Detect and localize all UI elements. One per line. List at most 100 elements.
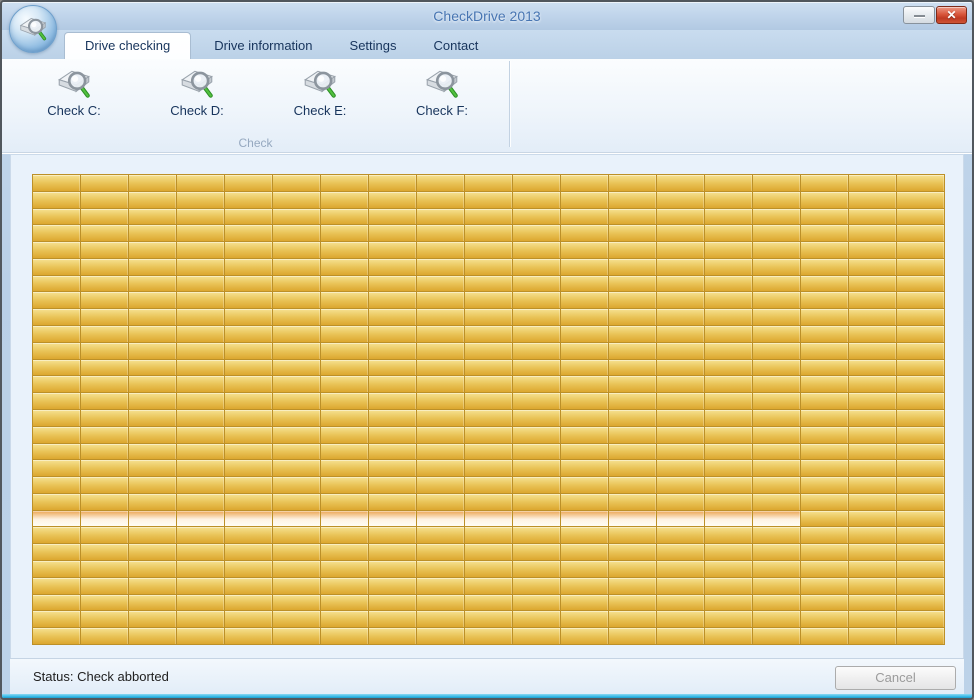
- block-cell: [321, 242, 368, 258]
- block-cell: [177, 343, 224, 359]
- block-cell: [465, 376, 512, 392]
- block-cell: [609, 309, 656, 325]
- close-icon: ✕: [946, 8, 956, 22]
- block-cell: [369, 460, 416, 476]
- block-cell: [513, 175, 560, 191]
- block-cell: [273, 477, 320, 493]
- block-cell: [801, 444, 848, 460]
- check-c-button[interactable]: Check C:: [31, 63, 117, 131]
- block-cell: [753, 494, 800, 510]
- block-cell: [897, 611, 944, 627]
- block-cell: [705, 376, 752, 392]
- block-cell: [225, 578, 272, 594]
- block-cell: [129, 175, 176, 191]
- block-cell: [465, 628, 512, 644]
- block-cell: [609, 427, 656, 443]
- block-cell: [897, 595, 944, 611]
- block-cell: [369, 192, 416, 208]
- block-cell: [81, 209, 128, 225]
- block-cell: [609, 561, 656, 577]
- block-cell: [321, 628, 368, 644]
- block-cell: [81, 225, 128, 241]
- tab-drive-checking[interactable]: Drive checking: [64, 32, 191, 59]
- block-cell: [417, 611, 464, 627]
- block-cell: [225, 175, 272, 191]
- block-cell: [753, 444, 800, 460]
- block-cell: [849, 225, 896, 241]
- block-cell-checking: [81, 511, 128, 527]
- block-cell: [561, 628, 608, 644]
- block-cell: [321, 527, 368, 543]
- block-cell: [849, 376, 896, 392]
- block-cell: [657, 561, 704, 577]
- block-cell: [849, 209, 896, 225]
- check-e-label: Check E:: [294, 103, 347, 118]
- block-grid: [32, 174, 945, 645]
- block-cell: [561, 309, 608, 325]
- block-cell: [801, 595, 848, 611]
- block-cell: [417, 209, 464, 225]
- block-cell: [513, 578, 560, 594]
- block-cell: [561, 611, 608, 627]
- block-cell: [897, 410, 944, 426]
- block-cell: [801, 225, 848, 241]
- block-cell: [417, 376, 464, 392]
- block-cell: [705, 444, 752, 460]
- block-cell: [369, 175, 416, 191]
- block-cell: [801, 292, 848, 308]
- check-d-button[interactable]: Check D:: [154, 63, 240, 131]
- block-cell: [609, 544, 656, 560]
- check-f-button[interactable]: Check F:: [399, 63, 485, 131]
- block-cell: [897, 259, 944, 275]
- block-cell: [657, 595, 704, 611]
- block-cell: [177, 578, 224, 594]
- block-cell: [561, 175, 608, 191]
- block-cell: [657, 209, 704, 225]
- block-cell: [81, 444, 128, 460]
- close-button[interactable]: ✕: [936, 6, 967, 24]
- block-cell: [801, 544, 848, 560]
- block-cell: [81, 544, 128, 560]
- block-cell: [465, 225, 512, 241]
- block-cell: [609, 393, 656, 409]
- block-cell: [273, 628, 320, 644]
- block-cell: [273, 209, 320, 225]
- block-cell: [369, 343, 416, 359]
- tab-contact[interactable]: Contact: [420, 33, 493, 59]
- block-cell: [705, 192, 752, 208]
- block-cell: [801, 192, 848, 208]
- block-cell: [801, 376, 848, 392]
- block-cell: [465, 544, 512, 560]
- block-cell: [129, 595, 176, 611]
- block-cell: [321, 561, 368, 577]
- check-e-button[interactable]: Check E:: [277, 63, 363, 131]
- block-cell: [321, 276, 368, 292]
- block-cell: [129, 192, 176, 208]
- block-cell: [609, 578, 656, 594]
- block-cell: [273, 292, 320, 308]
- block-cell-checking: [465, 511, 512, 527]
- block-cell: [81, 276, 128, 292]
- block-cell: [465, 326, 512, 342]
- block-cell: [81, 343, 128, 359]
- minimize-button[interactable]: [903, 6, 935, 24]
- block-cell: [849, 477, 896, 493]
- block-cell: [177, 444, 224, 460]
- block-cell: [369, 292, 416, 308]
- tab-drive-information[interactable]: Drive information: [200, 33, 326, 59]
- block-cell: [177, 225, 224, 241]
- block-cell: [321, 595, 368, 611]
- block-cell: [465, 460, 512, 476]
- block-cell: [897, 326, 944, 342]
- block-cell: [657, 444, 704, 460]
- block-cell: [33, 460, 80, 476]
- app-menu-button[interactable]: [9, 5, 57, 53]
- drive-magnifier-icon: [55, 67, 93, 101]
- block-cell: [897, 427, 944, 443]
- block-cell: [609, 628, 656, 644]
- cancel-button[interactable]: Cancel: [835, 666, 956, 690]
- tab-settings[interactable]: Settings: [336, 33, 411, 59]
- block-cell: [321, 309, 368, 325]
- block-cell: [81, 494, 128, 510]
- block-cell: [849, 276, 896, 292]
